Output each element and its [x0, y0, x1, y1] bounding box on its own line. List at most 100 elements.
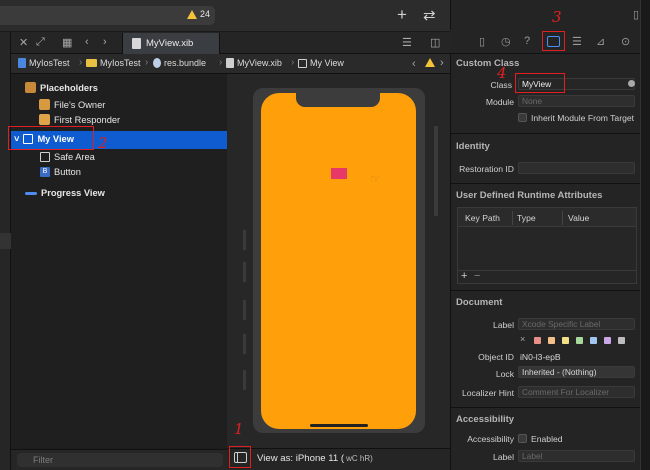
annotation-box-4	[515, 73, 565, 93]
object-id-label: Object ID	[478, 352, 514, 362]
document-label-label: Label	[492, 320, 514, 330]
device-notch	[296, 93, 380, 107]
accessibility-label: Accessibility	[467, 434, 514, 444]
view-icon	[298, 58, 307, 68]
document-label-field[interactable]: Xcode Specific Label	[518, 318, 635, 330]
inspector-toggle-icon[interactable]: ▯	[633, 8, 639, 21]
color-swatch-yellow[interactable]	[562, 337, 569, 344]
restoration-id-label: Restoration ID	[459, 164, 514, 174]
chevron-left-icon[interactable]: ‹	[412, 58, 416, 70]
size-inspector-icon[interactable]: ⊿	[596, 35, 605, 48]
swap-arrows-icon[interactable]: ⇄	[423, 6, 436, 24]
back-chevron-icon[interactable]: ‹	[85, 36, 89, 48]
inherit-module-checkbox[interactable]	[518, 113, 527, 122]
canvas-guide	[243, 334, 246, 354]
col-type[interactable]: Type	[517, 213, 536, 223]
annotation-number-3: 3	[552, 8, 562, 26]
outline-safe-area[interactable]: Safe Area	[40, 152, 95, 162]
lock-popup[interactable]: Inherited - (Nothing)	[518, 366, 635, 378]
module-placeholder: None	[522, 96, 543, 106]
localizer-hint-field[interactable]: Comment For Localizer	[518, 386, 635, 398]
lines-icon[interactable]: ☰	[402, 36, 412, 49]
help-inspector-icon[interactable]: ?	[524, 35, 530, 47]
restoration-id-field[interactable]	[518, 162, 635, 174]
col-value[interactable]: Value	[568, 213, 589, 223]
split-editor-icon[interactable]: ◫	[430, 36, 440, 49]
canvas-guide	[243, 300, 246, 320]
minimize-icon[interactable]: ✕	[19, 36, 28, 49]
chevron-right-icon: ›	[291, 57, 295, 68]
remove-attribute-button[interactable]: −	[474, 270, 480, 282]
add-attribute-button[interactable]: +	[461, 270, 467, 282]
view-as-label: View as: iPhone 11 (	[257, 453, 345, 464]
outline-files-owner[interactable]: File's Owner	[39, 99, 105, 110]
plus-icon[interactable]: +	[397, 5, 407, 25]
accessibility-enabled-checkbox[interactable]	[518, 434, 527, 443]
window-edge	[640, 0, 650, 470]
accessibility-label-field[interactable]: Label	[518, 450, 635, 462]
canvas-guide	[243, 262, 246, 282]
canvas-guide	[243, 230, 246, 250]
document-label-placeholder: Xcode Specific Label	[522, 319, 601, 329]
col-key-path[interactable]: Key Path	[465, 213, 500, 223]
outline-first-responder[interactable]: First Responder	[39, 114, 120, 125]
view-as-control[interactable]: View as: iPhone 11 ( wC hR)	[257, 453, 373, 464]
tab-myview-xib[interactable]: MyView.xib	[122, 33, 220, 54]
activity-viewer	[0, 6, 215, 25]
color-swatch-gray[interactable]	[618, 337, 625, 344]
crumb-group[interactable]: MyIosTest	[86, 58, 141, 68]
button-icon: B	[40, 167, 50, 177]
color-swatch-red[interactable]	[534, 337, 541, 344]
object-id-value: iN0-l3-epB	[520, 352, 561, 362]
annotation-box-2	[8, 126, 94, 150]
forward-chevron-icon[interactable]: ›	[103, 36, 107, 48]
module-field[interactable]: None	[518, 95, 635, 107]
annotation-box-3	[542, 31, 565, 51]
connections-inspector-icon[interactable]: ⊙	[621, 35, 630, 48]
outline-label: Progress View	[41, 188, 105, 198]
file-inspector-icon[interactable]: ▯	[479, 35, 485, 48]
jump-warning-icon[interactable]	[425, 58, 435, 69]
column-separator	[512, 211, 513, 225]
color-swatch-blue[interactable]	[590, 337, 597, 344]
outline-label: Placeholders	[40, 82, 98, 93]
accessibility-label-label: Label	[492, 452, 514, 462]
custom-class-title: Custom Class	[456, 58, 520, 69]
divider	[450, 133, 640, 134]
identity-title: Identity	[456, 141, 490, 152]
color-swatch-green[interactable]	[576, 337, 583, 344]
divider	[450, 183, 640, 184]
crumb-file[interactable]: MyView.xib	[226, 58, 282, 68]
chevron-right-icon: ›	[79, 57, 83, 68]
size-class-label: wC hR)	[346, 454, 373, 463]
localizer-hint-placeholder: Comment For Localizer	[522, 387, 610, 397]
placeholder-cube-icon	[25, 82, 36, 93]
attributes-inspector-icon[interactable]: ☰	[572, 35, 582, 48]
chevron-right-icon[interactable]: ›	[440, 57, 444, 69]
progress-view-element[interactable]	[331, 168, 347, 179]
my-view-canvas[interactable]	[261, 93, 416, 429]
outline-label: File's Owner	[54, 99, 106, 110]
history-inspector-icon[interactable]: ◷	[501, 35, 511, 48]
warning-indicator[interactable]: 24	[187, 9, 210, 19]
class-arrow-icon[interactable]	[628, 80, 635, 87]
grid-icon[interactable]: ▦	[62, 36, 72, 49]
filter-input[interactable]: Filter	[17, 453, 223, 467]
crumb-label: MyView.xib	[237, 58, 282, 68]
lock-label: Lock	[495, 369, 514, 379]
crumb-view[interactable]: My View	[298, 58, 344, 68]
file-icon	[132, 38, 141, 49]
crumb-bundle[interactable]: res.bundle	[153, 58, 206, 68]
clear-color-icon[interactable]: ×	[520, 334, 525, 344]
color-swatch-orange[interactable]	[548, 337, 555, 344]
column-separator	[562, 211, 563, 225]
color-swatch-purple[interactable]	[604, 337, 611, 344]
chevron-right-icon: ›	[219, 57, 223, 68]
crumb-label: MyIosTest	[29, 58, 70, 68]
outline-progress-view[interactable]: Progress View	[25, 188, 105, 198]
outline-button[interactable]: B Button	[40, 167, 81, 177]
expand-icon[interactable]: ⤢	[36, 36, 45, 49]
crumb-project[interactable]: MyIosTest	[18, 58, 70, 68]
outline-placeholders[interactable]: Placeholders	[25, 82, 98, 93]
crumb-label: MyIosTest	[100, 58, 141, 68]
